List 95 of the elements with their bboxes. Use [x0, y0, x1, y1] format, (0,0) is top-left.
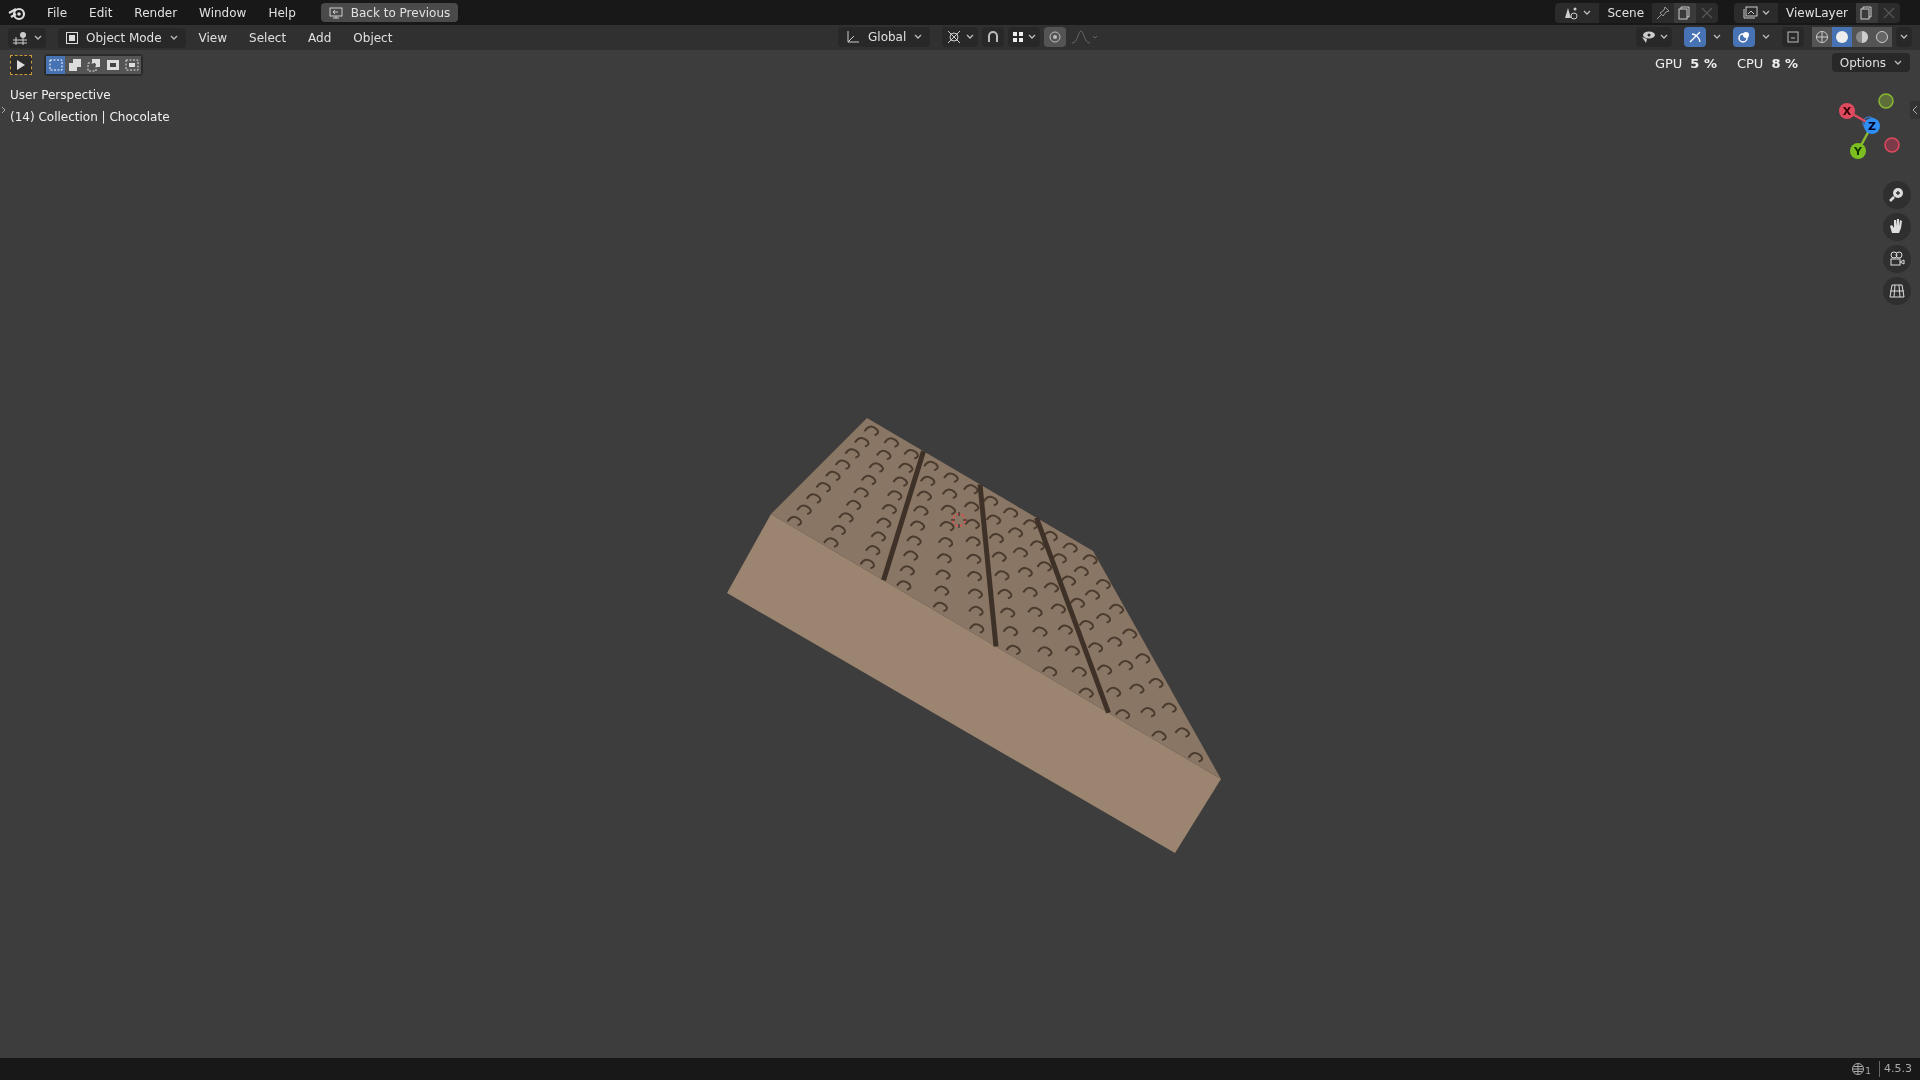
selection-mode-button[interactable]	[84, 56, 103, 74]
gizmo-icon	[1688, 30, 1702, 44]
grid-icon	[1887, 281, 1907, 301]
viewport-icon	[12, 30, 30, 45]
wireframe-sphere-icon	[1815, 30, 1829, 44]
solid-sphere-icon	[1835, 30, 1849, 44]
copy-button[interactable]	[1856, 2, 1878, 23]
caret-icon	[1583, 9, 1592, 16]
zoom-button[interactable]	[1883, 181, 1911, 209]
shading-mode-button[interactable]	[1812, 27, 1832, 47]
snap-target-button[interactable]	[1008, 27, 1041, 47]
caret-icon	[1713, 34, 1721, 40]
object-square-icon	[66, 31, 78, 44]
chevron-left-icon	[1912, 105, 1918, 115]
back-to-previous-button[interactable]: Back to Previous	[320, 3, 459, 22]
scene-icon	[1563, 5, 1580, 20]
copy-button[interactable]	[1674, 2, 1697, 23]
globe-icon	[1851, 1062, 1866, 1076]
pivot-icon	[946, 30, 963, 44]
view-name-label: User Perspective	[10, 87, 112, 104]
copy-icon	[1678, 5, 1693, 20]
pointer-icon	[16, 59, 26, 71]
axes-icon	[846, 30, 860, 44]
snap-toggle[interactable]	[982, 27, 1005, 47]
overlay-icon	[1737, 30, 1751, 44]
select-tool-button[interactable]	[10, 55, 32, 75]
caret-icon	[1762, 34, 1770, 40]
magnet-icon	[986, 30, 1001, 44]
image-stack-icon	[1742, 5, 1759, 20]
stat-value: 5 %	[1690, 55, 1717, 73]
view-layer-field[interactable]: ViewLayer	[1778, 2, 1856, 23]
target-icon	[1048, 30, 1063, 44]
menu-item[interactable]: Render	[125, 1, 187, 24]
grid-dots-icon	[1012, 31, 1025, 43]
editor-type-button[interactable]	[8, 27, 46, 48]
stat-label: CPU	[1736, 55, 1764, 73]
menu-item[interactable]: Add	[299, 27, 341, 48]
options-dropdown[interactable]: Options	[1831, 53, 1910, 72]
overlapping-squares-icon	[66, 58, 83, 72]
collection-label: (14) Collection | Chocolate	[10, 109, 170, 126]
subtract-squares-icon	[85, 58, 102, 72]
close-icon	[1883, 6, 1895, 19]
shading-mode-button[interactable]	[1852, 27, 1872, 47]
camera-button[interactable]	[1883, 245, 1911, 273]
caret-icon	[169, 34, 178, 41]
copy-icon	[1860, 5, 1874, 20]
visibility-button[interactable]	[1636, 27, 1672, 47]
scene-count-label: 1	[1865, 1065, 1871, 1079]
gizmos-toggle[interactable]	[1684, 27, 1706, 47]
xray-icon	[1786, 30, 1800, 44]
3d-cursor-icon	[950, 511, 968, 529]
menu-item[interactable]: Help	[259, 1, 305, 24]
caret-icon	[966, 34, 975, 40]
navigation-gizmo[interactable]: X Y Z	[1839, 93, 1900, 159]
shading-mode-button[interactable]	[1832, 27, 1852, 47]
stat-label: GPU	[1654, 55, 1683, 73]
close-icon	[1701, 6, 1714, 19]
inverted-square-icon	[104, 58, 121, 72]
orientation-dropdown[interactable]: Global	[838, 27, 931, 47]
intersect-square-icon	[123, 58, 140, 72]
selection-mode-button[interactable]	[103, 56, 122, 74]
mode-dropdown[interactable]: Object Mode	[58, 27, 186, 48]
pan-button[interactable]	[1883, 213, 1911, 241]
stat-value: 8 %	[1771, 55, 1798, 73]
eye-pointer-icon	[1640, 30, 1656, 44]
menu-item[interactable]: Edit	[80, 1, 122, 24]
camera-icon	[1887, 249, 1907, 269]
caret-icon	[1900, 34, 1908, 40]
menu-item[interactable]: Select	[240, 27, 296, 48]
menu-item[interactable]: View	[189, 27, 237, 48]
perspective-button[interactable]	[1883, 277, 1911, 305]
rendered-sphere-icon	[1875, 30, 1889, 44]
selection-mode-button[interactable]	[122, 56, 141, 74]
caret-icon	[34, 34, 42, 41]
menu-item[interactable]: Object	[344, 27, 402, 48]
pivot-point-button[interactable]	[942, 27, 979, 47]
menu-item[interactable]: Window	[190, 1, 256, 24]
selection-mode-button[interactable]	[65, 56, 84, 74]
menu-item[interactable]: File	[38, 1, 77, 24]
sidebar-toggle[interactable]	[1910, 101, 1920, 119]
scene-field[interactable]: Scene	[1599, 2, 1653, 23]
caret-icon	[1894, 59, 1902, 66]
caret-icon	[1660, 34, 1668, 40]
shading-mode-button[interactable]	[1872, 27, 1892, 47]
proportional-editing-toggle[interactable]	[1044, 27, 1067, 47]
material-sphere-icon	[1855, 30, 1869, 44]
shading-options-button[interactable]	[1896, 27, 1912, 47]
caret-icon	[1762, 9, 1771, 16]
caret-icon	[914, 34, 923, 40]
overlays-toggle[interactable]	[1733, 27, 1755, 47]
pin-icon	[1656, 5, 1671, 20]
xray-toggle[interactable]	[1782, 27, 1804, 47]
version-label: 4.5.3	[1879, 1060, 1912, 1078]
dashed-rectangle-icon	[47, 58, 64, 72]
caret-icon	[1028, 34, 1037, 40]
